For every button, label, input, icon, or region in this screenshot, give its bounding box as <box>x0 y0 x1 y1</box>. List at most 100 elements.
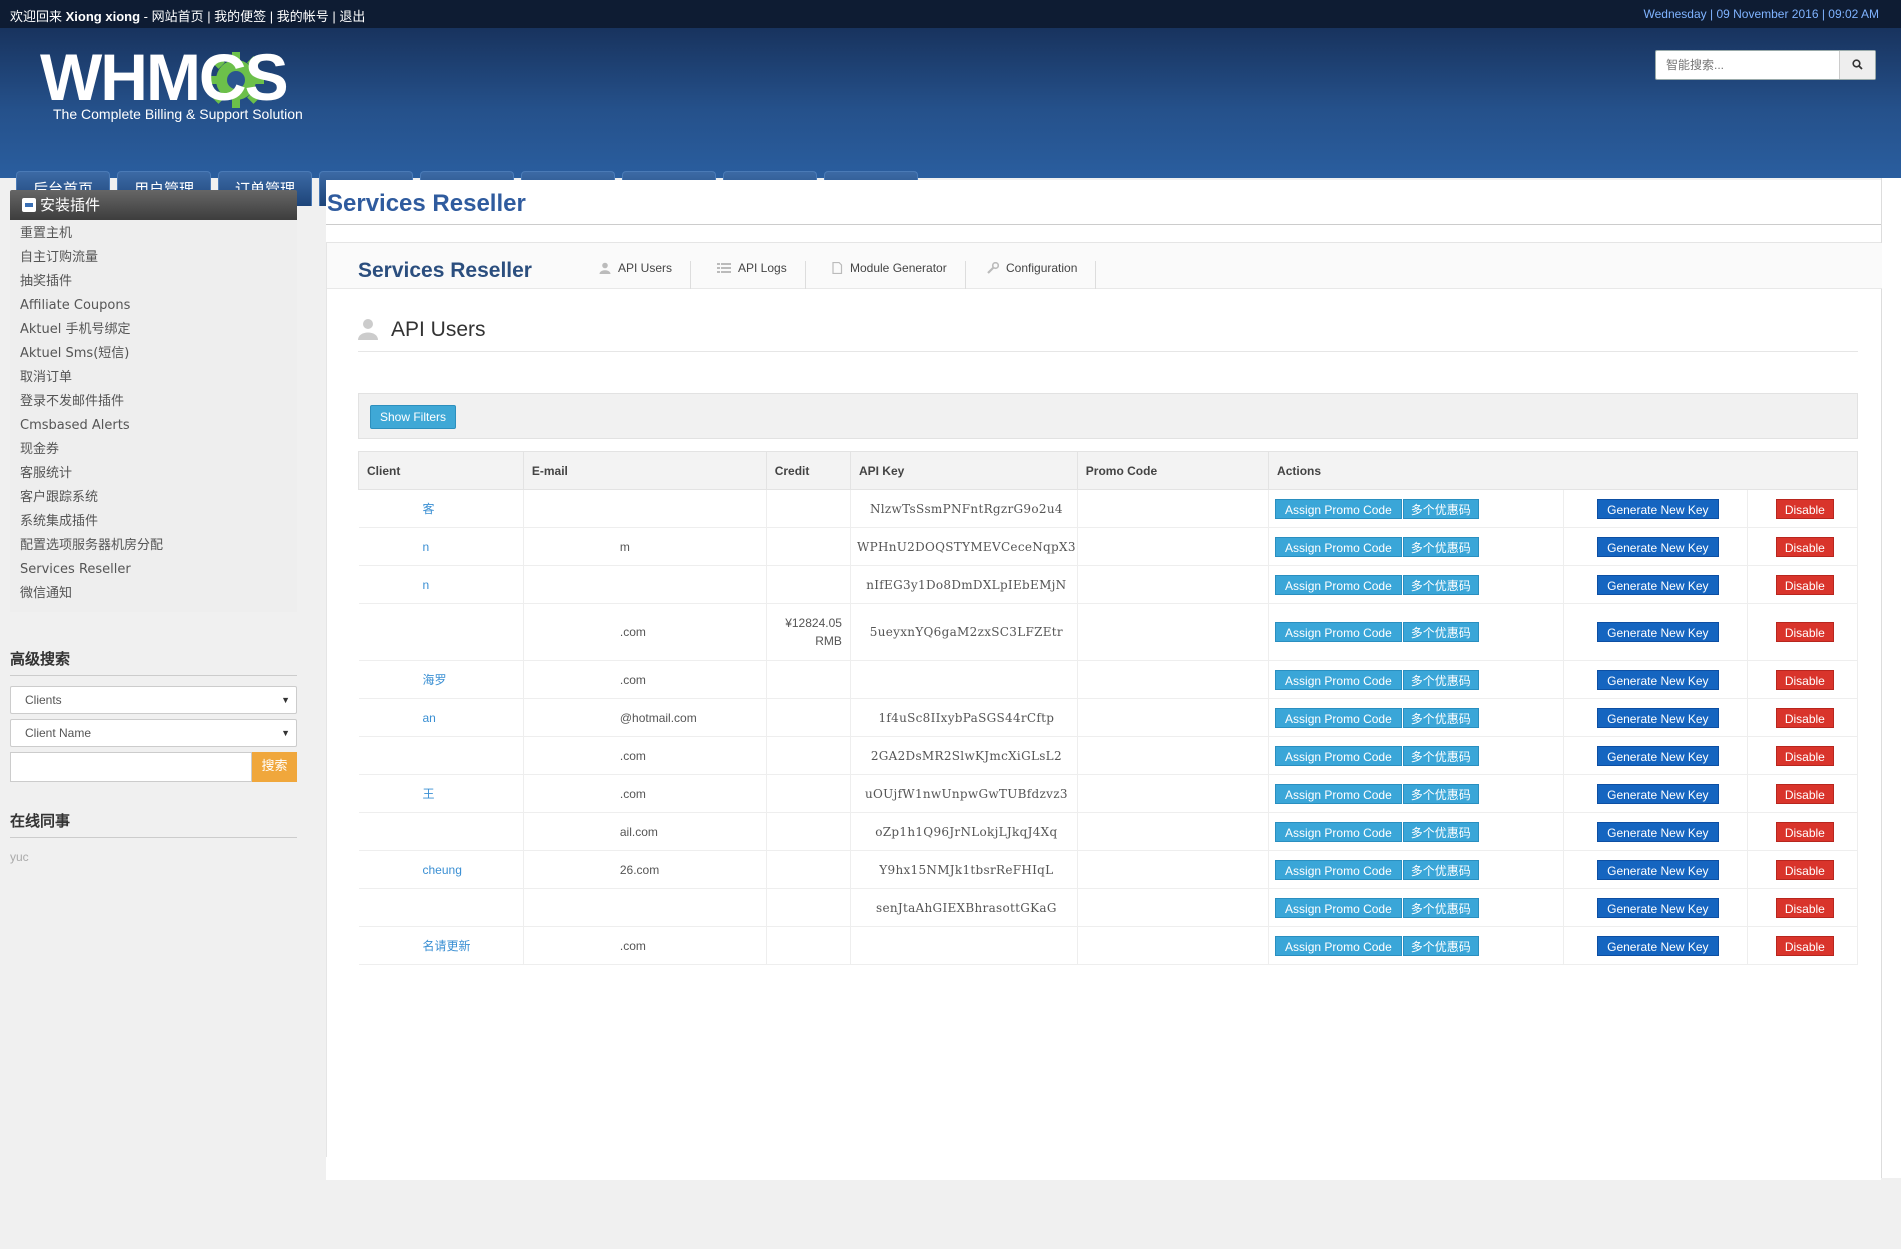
username-link[interactable]: Xiong xiong <box>66 9 140 24</box>
client-link[interactable]: n <box>365 578 430 592</box>
assign-promo-code-button[interactable]: Assign Promo Code <box>1275 498 1402 519</box>
multiple-promo-codes-button[interactable]: 多个优惠码 <box>1402 498 1479 519</box>
disable-button[interactable]: Disable <box>1775 821 1834 842</box>
sidebar-item[interactable]: 配置选项服务器机房分配 <box>10 534 297 558</box>
user-icon <box>358 319 378 340</box>
advanced-search-title: 高级搜索 <box>10 648 297 676</box>
disable-button[interactable]: Disable <box>1775 536 1834 557</box>
client-link[interactable]: 客 <box>365 502 435 516</box>
generate-new-key-button[interactable]: Generate New Key <box>1597 622 1719 642</box>
column-header-email[interactable]: E-mail <box>522 451 767 490</box>
generate-new-key-button[interactable]: Generate New Key <box>1597 935 1719 956</box>
sidebar-item[interactable]: 现金券 <box>10 438 297 462</box>
show-filters-button[interactable]: Show Filters <box>370 405 457 429</box>
client-link[interactable]: 海罗 <box>365 673 447 687</box>
multiple-promo-codes-button[interactable]: 多个优惠码 <box>1402 669 1479 690</box>
generate-new-key-button[interactable]: Generate New Key <box>1597 707 1719 728</box>
smart-search-input[interactable] <box>1656 51 1841 79</box>
assign-promo-code-button[interactable]: Assign Promo Code <box>1275 745 1402 766</box>
search-button[interactable] <box>1839 51 1875 79</box>
sidebar-item[interactable]: 微信通知 <box>10 582 297 606</box>
sidebar-item[interactable]: Aktuel Sms(短信) <box>10 342 297 366</box>
tab-api-logs[interactable]: API Logs <box>717 261 806 289</box>
disable-button[interactable]: Disable <box>1775 574 1834 595</box>
multiple-promo-codes-button[interactable]: 多个优惠码 <box>1402 783 1479 804</box>
assign-promo-code-button[interactable]: Assign Promo Code <box>1275 821 1402 842</box>
multiple-promo-codes-button[interactable]: 多个优惠码 <box>1402 622 1479 642</box>
sidebar-item[interactable]: 取消订单 <box>10 366 297 390</box>
advanced-search-button[interactable]: 搜索 <box>252 752 297 782</box>
assign-promo-code-button[interactable]: Assign Promo Code <box>1275 935 1402 956</box>
assign-promo-code-button[interactable]: Assign Promo Code <box>1275 622 1402 642</box>
assign-promo-code-button[interactable]: Assign Promo Code <box>1275 574 1402 595</box>
client-link[interactable] <box>365 749 423 763</box>
assign-promo-code-button[interactable]: Assign Promo Code <box>1275 669 1402 690</box>
disable-cell: Disable <box>1747 527 1859 566</box>
sidebar-item-services-reseller[interactable]: Services Reseller <box>10 558 297 582</box>
client-link[interactable]: cheung <box>365 863 462 877</box>
disable-button[interactable]: Disable <box>1775 669 1834 690</box>
client-link[interactable]: 名请更新 <box>365 939 471 953</box>
disable-button[interactable]: Disable <box>1775 783 1834 804</box>
client-link[interactable]: an <box>365 711 436 725</box>
disable-button[interactable]: Disable <box>1775 707 1834 728</box>
column-header-promo-code[interactable]: Promo Code <box>1076 451 1270 490</box>
sidebar-item[interactable]: 登录不发邮件插件 <box>10 390 297 414</box>
tab-api-users[interactable]: API Users <box>599 261 692 289</box>
sidebar-item[interactable]: 重置主机 <box>10 222 297 246</box>
assign-promo-code-button[interactable]: Assign Promo Code <box>1275 783 1402 804</box>
advanced-search-input[interactable] <box>10 752 252 782</box>
top-links[interactable]: - 网站首页 | 我的便签 | 我的帐号 | 退出 <box>140 9 366 24</box>
multiple-promo-codes-button[interactable]: 多个优惠码 <box>1402 707 1479 728</box>
disable-button[interactable]: Disable <box>1775 935 1834 956</box>
multiple-promo-codes-button[interactable]: 多个优惠码 <box>1402 821 1479 842</box>
assign-promo-code-button[interactable]: Assign Promo Code <box>1275 897 1402 918</box>
generate-new-key-button[interactable]: Generate New Key <box>1597 897 1719 918</box>
sidebar-item[interactable]: 客服统计 <box>10 462 297 486</box>
generate-new-key-button[interactable]: Generate New Key <box>1597 859 1719 880</box>
tab-configuration[interactable]: Configuration <box>987 261 1097 289</box>
multiple-promo-codes-button[interactable]: 多个优惠码 <box>1402 574 1479 595</box>
disable-button[interactable]: Disable <box>1775 622 1834 642</box>
disable-button[interactable]: Disable <box>1775 859 1834 880</box>
generate-new-key-button[interactable]: Generate New Key <box>1597 745 1719 766</box>
client-link[interactable]: 王 <box>365 787 435 801</box>
assign-promo-code-button[interactable]: Assign Promo Code <box>1275 707 1402 728</box>
sidebar-item[interactable]: Affiliate Coupons <box>10 294 297 318</box>
generate-new-key-button[interactable]: Generate New Key <box>1597 536 1719 557</box>
search-field-select[interactable]: Client Name ▼ <box>10 719 297 747</box>
disable-button[interactable]: Disable <box>1775 745 1834 766</box>
sidebar-item[interactable]: 客户跟踪系统 <box>10 486 297 510</box>
sidebar-item[interactable]: 抽奖插件 <box>10 270 297 294</box>
tab-module-generator[interactable]: Module Generator <box>831 261 966 289</box>
client-link[interactable] <box>365 625 423 639</box>
column-header-api-key[interactable]: API Key <box>849 451 1078 490</box>
multiple-promo-codes-button[interactable]: 多个优惠码 <box>1402 745 1479 766</box>
multiple-promo-codes-button[interactable]: 多个优惠码 <box>1402 897 1479 918</box>
generate-new-key-button[interactable]: Generate New Key <box>1597 821 1719 842</box>
assign-promo-code-button[interactable]: Assign Promo Code <box>1275 536 1402 557</box>
generate-new-key-button[interactable]: Generate New Key <box>1597 498 1719 519</box>
disable-button[interactable]: Disable <box>1775 498 1834 519</box>
sidebar-item[interactable]: Aktuel 手机号绑定 <box>10 318 297 342</box>
sidebar-item[interactable]: 系统集成插件 <box>10 510 297 534</box>
assign-promo-code-button[interactable]: Assign Promo Code <box>1275 859 1402 880</box>
column-header-credit[interactable]: Credit <box>765 451 851 490</box>
multiple-promo-codes-button[interactable]: 多个优惠码 <box>1402 536 1479 557</box>
logo-wordmark: WHMCS <box>40 40 289 114</box>
sidebar-item[interactable]: 自主订购流量 <box>10 246 297 270</box>
column-header-client[interactable]: Client <box>358 451 524 490</box>
generate-new-key-button[interactable]: Generate New Key <box>1597 574 1719 595</box>
generate-new-key-button[interactable]: Generate New Key <box>1597 783 1719 804</box>
multiple-promo-codes-button[interactable]: 多个优惠码 <box>1402 935 1479 956</box>
whmcs-logo[interactable]: WHMCS The Complete Billing & Support Sol… <box>40 44 310 124</box>
sidebar-item[interactable]: Cmsbased Alerts <box>10 414 297 438</box>
disable-button[interactable]: Disable <box>1775 897 1834 918</box>
search-type-select[interactable]: Clients ▼ <box>10 686 297 714</box>
client-link[interactable] <box>365 901 423 915</box>
client-link[interactable] <box>365 825 423 839</box>
multiple-promo-codes-button[interactable]: 多个优惠码 <box>1402 859 1479 880</box>
client-cell: an <box>358 698 524 737</box>
client-link[interactable]: n <box>365 540 430 554</box>
generate-new-key-button[interactable]: Generate New Key <box>1597 669 1719 690</box>
